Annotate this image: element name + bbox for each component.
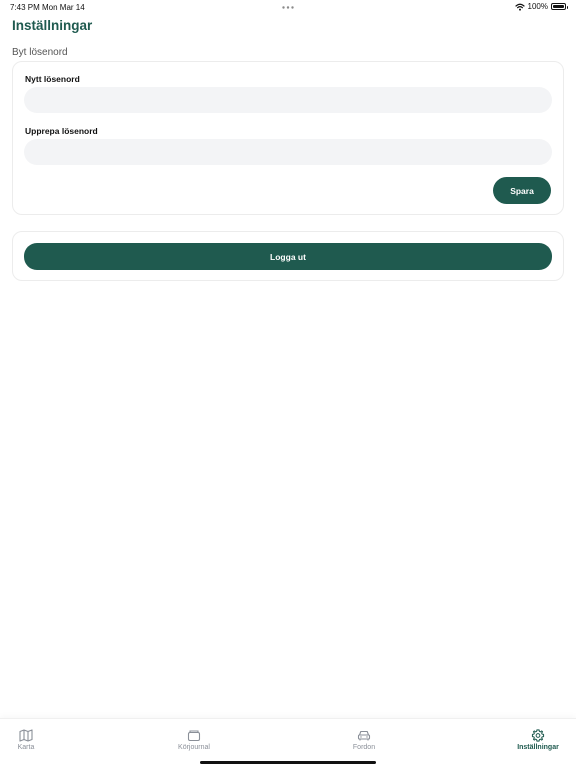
logout-card: Logga ut — [12, 231, 564, 281]
repeat-password-label: Upprepa lösenord — [25, 126, 98, 136]
status-date: Mon Mar 14 — [42, 3, 85, 12]
multitasking-dots-icon[interactable] — [282, 6, 294, 9]
status-bar: 7:43 PM Mon Mar 14 100% — [0, 0, 576, 14]
tab-bar: Karta Körjournal Fordon Inställningar — [0, 718, 576, 768]
change-password-card: Nytt lösenord Upprepa lösenord Spara — [12, 61, 564, 215]
car-icon — [357, 730, 371, 741]
tab-fordon-label: Fordon — [352, 744, 376, 751]
tab-korjournal[interactable]: Körjournal — [172, 729, 216, 751]
gear-icon — [531, 729, 545, 742]
new-password-label: Nytt lösenord — [25, 74, 80, 84]
map-icon — [19, 729, 33, 742]
status-indicators: 100% — [514, 2, 568, 11]
change-password-section-label: Byt lösenord — [12, 47, 68, 58]
tab-installningar-label: Inställningar — [517, 744, 559, 751]
battery-icon — [551, 3, 568, 10]
page-title: Inställningar — [12, 18, 93, 33]
save-button[interactable]: Spara — [493, 177, 551, 204]
logout-button[interactable]: Logga ut — [24, 243, 552, 270]
battery-percentage: 100% — [527, 2, 548, 11]
settings-screen: 7:43 PM Mon Mar 14 100% Inställningar By… — [0, 0, 576, 768]
folder-icon — [187, 730, 201, 742]
tab-fordon[interactable]: Fordon — [350, 729, 378, 751]
status-time: 7:43 PM — [10, 3, 40, 12]
home-indicator[interactable] — [200, 761, 376, 764]
tab-karta[interactable]: Karta — [13, 729, 39, 751]
new-password-input[interactable] — [24, 87, 552, 113]
tab-installningar[interactable]: Inställningar — [514, 729, 562, 751]
battery-level — [553, 5, 564, 8]
tab-karta-label: Karta — [17, 744, 35, 751]
wifi-icon — [514, 3, 525, 11]
tab-korjournal-label: Körjournal — [178, 744, 210, 751]
repeat-password-input[interactable] — [24, 139, 552, 165]
